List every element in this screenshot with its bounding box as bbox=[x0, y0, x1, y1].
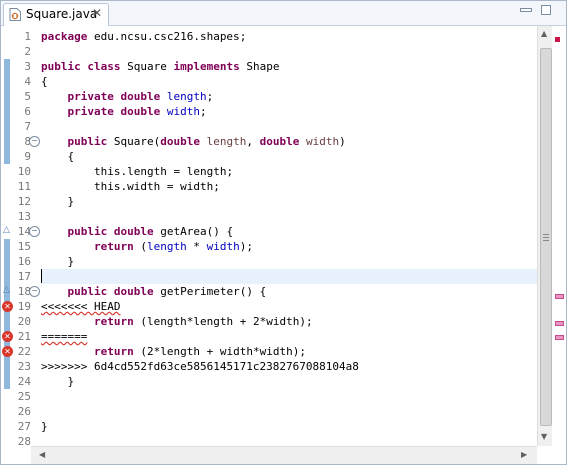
error-icon[interactable]: ✕ bbox=[2, 301, 13, 312]
code-line[interactable]: return (length*length + 2*width); bbox=[41, 314, 537, 329]
code-line[interactable]: } bbox=[41, 254, 537, 269]
line-number: 6 bbox=[24, 105, 31, 118]
editor-window: Square.java ✕ 1 package edu.ncsu.csc216.s… bbox=[0, 0, 567, 465]
line-number: 13 bbox=[17, 210, 31, 223]
vertical-scrollbar[interactable]: ▲ ▼ bbox=[537, 26, 552, 446]
code-line[interactable]: this.length = length; bbox=[41, 164, 537, 179]
close-icon[interactable]: ✕ bbox=[92, 6, 102, 20]
code-line[interactable]: private double width; bbox=[41, 104, 537, 119]
line-number: 1 bbox=[24, 30, 31, 43]
line-number: 17 bbox=[17, 270, 31, 283]
line-number: 27 bbox=[17, 420, 31, 433]
code-editor[interactable]: 1 package edu.ncsu.csc216.shapes; 2 3 public… bbox=[1, 26, 537, 448]
fold-toggle-icon[interactable]: − bbox=[29, 226, 40, 237]
code-line[interactable]: >>>>>>> 6d4cd552fd63ce5856145171c2382767… bbox=[41, 359, 537, 374]
code-line[interactable]: return (2*length + width*width); bbox=[41, 344, 537, 359]
line-number: 28 bbox=[17, 435, 31, 448]
overview-error-mark[interactable] bbox=[555, 294, 564, 299]
scroll-right-icon[interactable]: ▶ bbox=[521, 450, 527, 459]
error-icon[interactable]: ✕ bbox=[2, 346, 13, 357]
overview-ruler[interactable] bbox=[552, 26, 566, 446]
tab-bar: Square.java ✕ bbox=[1, 1, 566, 26]
line-number: 23 bbox=[17, 360, 31, 373]
code-line[interactable]: public Square(double length, double widt… bbox=[41, 134, 537, 149]
line-number: 4 bbox=[24, 75, 31, 88]
java-file-icon bbox=[9, 8, 21, 21]
current-line-highlight bbox=[41, 269, 537, 284]
scroll-left-icon[interactable]: ◀ bbox=[39, 450, 45, 459]
line-number: 5 bbox=[24, 90, 31, 103]
scroll-grip bbox=[543, 237, 549, 238]
overview-error-mark[interactable] bbox=[555, 335, 564, 340]
error-icon[interactable]: ✕ bbox=[2, 331, 13, 342]
line-number: 2 bbox=[24, 45, 31, 58]
line-number: 8 bbox=[24, 135, 31, 148]
fold-toggle-icon[interactable]: − bbox=[29, 286, 40, 297]
code-line[interactable]: package edu.ncsu.csc216.shapes; bbox=[41, 29, 537, 44]
scroll-up-icon[interactable]: ▲ bbox=[541, 29, 547, 38]
line-number: 3 bbox=[24, 60, 31, 73]
code-line[interactable]: this.width = width; bbox=[41, 179, 537, 194]
line-number: 20 bbox=[17, 315, 31, 328]
line-number: 15 bbox=[17, 240, 31, 253]
error-summary-icon[interactable] bbox=[555, 37, 560, 42]
code-line[interactable]: public double getPerimeter() { bbox=[41, 284, 537, 299]
override-icon[interactable]: △ bbox=[3, 285, 10, 295]
code-line[interactable]: } bbox=[41, 374, 537, 389]
code-line[interactable]: public double getArea() { bbox=[41, 224, 537, 239]
code-line[interactable]: <<<<<<< HEAD bbox=[41, 299, 537, 314]
fold-toggle-icon[interactable]: − bbox=[29, 136, 40, 147]
code-line[interactable]: ======= bbox=[41, 329, 537, 344]
vertical-scroll-thumb[interactable] bbox=[540, 48, 552, 426]
line-number: 11 bbox=[17, 180, 31, 193]
code-line[interactable]: public class Square implements Shape bbox=[41, 59, 537, 74]
line-number: 7 bbox=[24, 120, 31, 133]
horizontal-scrollbar[interactable]: ◀ ▶ bbox=[31, 446, 537, 464]
override-icon[interactable]: △ bbox=[3, 225, 10, 235]
code-line[interactable]: { bbox=[41, 149, 537, 164]
tab-square-java[interactable]: Square.java ✕ bbox=[3, 3, 109, 26]
overview-error-mark[interactable] bbox=[555, 321, 564, 326]
line-number: 10 bbox=[17, 165, 31, 178]
code-line[interactable]: } bbox=[41, 419, 537, 434]
line-number: 24 bbox=[17, 375, 31, 388]
minimize-button[interactable] bbox=[520, 8, 532, 12]
maximize-button[interactable] bbox=[541, 5, 551, 15]
line-number: 16 bbox=[17, 255, 31, 268]
code-line[interactable]: private double length; bbox=[41, 89, 537, 104]
line-number: 26 bbox=[17, 405, 31, 418]
scroll-grip bbox=[543, 240, 549, 241]
line-number: 12 bbox=[17, 195, 31, 208]
code-line[interactable]: return (length * width); bbox=[41, 239, 537, 254]
code-line[interactable]: { bbox=[41, 74, 537, 89]
text-caret bbox=[41, 269, 42, 283]
code-line[interactable]: } bbox=[41, 194, 537, 209]
line-number: 9 bbox=[24, 150, 31, 163]
line-number: 25 bbox=[17, 390, 31, 403]
scroll-down-icon[interactable]: ▼ bbox=[541, 432, 547, 441]
scroll-grip bbox=[543, 234, 549, 235]
tab-label: Square.java bbox=[26, 7, 98, 21]
